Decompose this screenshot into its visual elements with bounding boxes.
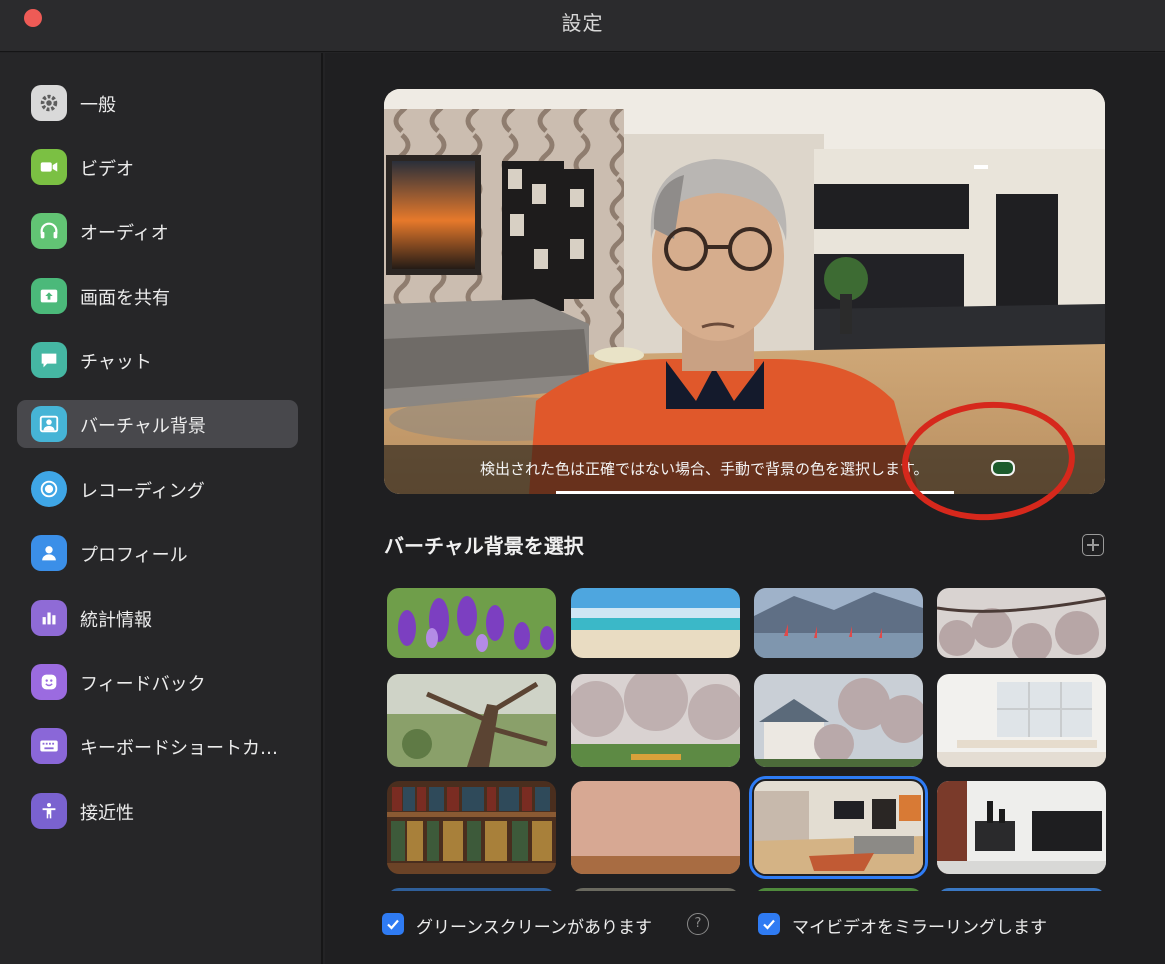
thumbnail-partial[interactable]: [387, 888, 556, 891]
section-title: バーチャル背景を選択: [384, 534, 584, 558]
chat-bubble-icon: [31, 342, 67, 378]
sidebar-item-label: バーチャル背景: [80, 416, 206, 437]
sidebar-item-label: 接近性: [80, 803, 134, 824]
mirror-video-checkbox[interactable]: [758, 913, 780, 935]
thumbnail-partial[interactable]: [754, 888, 923, 891]
accessibility-icon: [31, 793, 67, 829]
sidebar-item-recording[interactable]: レコーディング: [17, 465, 298, 513]
sidebar-item-video[interactable]: ビデオ: [17, 143, 298, 191]
sidebar-item-virtual-background[interactable]: バーチャル背景: [17, 400, 298, 448]
thumbnail-peach-wall-wood-floor[interactable]: [571, 781, 740, 874]
green-screen-label: グリーンスクリーンがあります: [416, 918, 652, 938]
background-grid: [384, 588, 1109, 891]
sidebar-item-label: 画面を共有: [80, 288, 170, 309]
caption-text: 検出された色は正確ではない場合、手動で背景の色を選択します。: [480, 460, 929, 478]
thumbnail-cherry-tree-trunk[interactable]: [387, 674, 556, 767]
sidebar-item-profile[interactable]: プロフィール: [17, 529, 298, 577]
sidebar-item-label: キーボードショートカ…: [80, 738, 278, 759]
headphones-icon: [31, 213, 67, 249]
record-icon: [31, 471, 67, 507]
thumbnail-cherry-blossom-park[interactable]: [571, 674, 740, 767]
thumbnail-bookshelf[interactable]: [387, 781, 556, 874]
sidebar-item-label: プロフィール: [80, 545, 188, 566]
thumbnail-tropical-beach[interactable]: [571, 588, 740, 658]
sidebar-item-label: 一般: [80, 95, 116, 116]
video-camera-icon: [31, 149, 67, 185]
thumbnail-cherry-blossom-house[interactable]: [754, 674, 923, 767]
thumbnail-windsurf-lake[interactable]: [754, 588, 923, 658]
sidebar-item-feedback[interactable]: フィードバック: [17, 658, 298, 706]
keyboard-icon: [31, 728, 67, 764]
thumbnail-white-room-windows[interactable]: [937, 674, 1106, 767]
sidebar-item-label: ビデオ: [80, 159, 134, 180]
sidebar-item-chat[interactable]: チャット: [17, 336, 298, 384]
window-title: 設定: [561, 11, 604, 35]
sidebar-item-keyboard-shortcuts[interactable]: キーボードショートカ…: [17, 722, 298, 770]
preview-progress-bar: [556, 491, 954, 494]
gear-icon: [31, 85, 67, 121]
sidebar-item-accessibility[interactable]: 接近性: [17, 787, 298, 835]
sidebar-item-label: 統計情報: [80, 610, 152, 631]
virtual-background-panel: 検出された色は正確ではない場合、手動で背景の色を選択します。 バーチャル背景を選…: [325, 53, 1165, 964]
portrait-icon: [31, 406, 67, 442]
sidebar-item-share-screen[interactable]: 画面を共有: [17, 272, 298, 320]
sidebar-item-label: オーディオ: [80, 223, 169, 244]
thumbnail-partial[interactable]: [571, 888, 740, 891]
share-screen-icon: [31, 278, 67, 314]
mirror-video-label: マイビデオをミラーリングします: [792, 918, 1047, 938]
thumbnail-cherry-blossom-branches[interactable]: [937, 588, 1106, 658]
help-icon[interactable]: ?: [687, 913, 709, 935]
sidebar-item-general[interactable]: 一般: [17, 79, 298, 127]
settings-sidebar: 一般 ビデオ オーディオ 画面を共有 チャット バーチャル背景 レコーディング …: [0, 53, 323, 964]
green-screen-checkbox[interactable]: [382, 913, 404, 935]
title-bar: 設定: [0, 0, 1165, 52]
sidebar-item-statistics[interactable]: 統計情報: [17, 594, 298, 642]
sidebar-item-label: フィードバック: [80, 674, 206, 695]
plus-icon[interactable]: [1082, 534, 1104, 556]
thumbnail-loft-interior[interactable]: [937, 781, 1106, 874]
green-screen-option: グリーンスクリーンがあります ?: [382, 911, 722, 939]
sidebar-item-label: チャット: [80, 352, 152, 373]
mirror-video-option: マイビデオをミラーリングします: [758, 911, 1078, 939]
bar-chart-icon: [31, 600, 67, 636]
smiley-icon: [31, 664, 67, 700]
sidebar-item-label: レコーディング: [80, 481, 205, 502]
sidebar-item-audio[interactable]: オーディオ: [17, 207, 298, 255]
thumbnail-partial[interactable]: [937, 888, 1106, 891]
person-icon: [31, 535, 67, 571]
thumbnail-modern-living-room[interactable]: [749, 776, 928, 879]
thumbnail-crocus-flowers[interactable]: [387, 588, 556, 658]
